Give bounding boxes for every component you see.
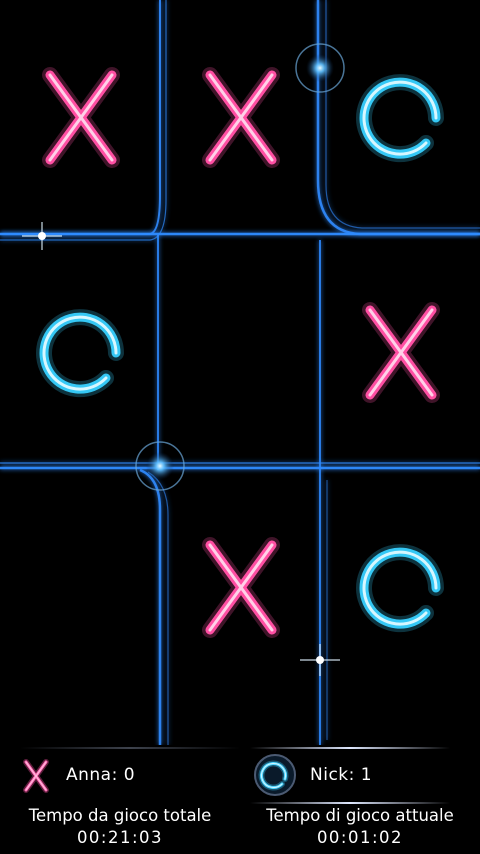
current-time-label: Tempo di gioco attuale — [266, 806, 454, 825]
cell-6[interactable] — [0, 470, 160, 700]
cell-3[interactable] — [0, 235, 160, 465]
cell-0[interactable] — [0, 0, 160, 230]
status-bar: Anna: 0 Nick: 1 Tempo da gioco totale 00… — [0, 745, 480, 854]
player-anna-score: Anna: 0 — [66, 765, 136, 785]
total-time: Tempo da gioco totale 00:21:03 — [0, 805, 240, 849]
total-time-value: 00:21:03 — [76, 828, 164, 847]
neon-x-icon — [23, 759, 49, 793]
neon-o-icon — [254, 754, 296, 796]
total-time-label: Tempo da gioco totale — [28, 806, 212, 825]
cell-4[interactable] — [160, 235, 320, 465]
neon-o-icon — [356, 74, 444, 163]
neon-x-icon — [362, 302, 440, 403]
cell-1[interactable] — [160, 0, 320, 230]
player-nick: Nick: 1 — [252, 745, 372, 805]
cell-7[interactable] — [160, 470, 320, 700]
cell-8[interactable] — [320, 470, 480, 700]
player-anna: Anna: 0 — [18, 745, 135, 805]
player-nick-score: Nick: 1 — [310, 765, 373, 785]
current-time: Tempo di gioco attuale 00:01:02 — [240, 805, 480, 849]
cell-2[interactable] — [320, 0, 480, 230]
game-board — [0, 0, 480, 745]
neon-x-icon — [202, 67, 280, 168]
neon-x-icon — [202, 537, 280, 638]
neon-o-icon — [36, 309, 124, 398]
cell-5[interactable] — [320, 235, 480, 465]
current-time-value: 00:01:02 — [316, 828, 404, 847]
neon-x-icon — [42, 67, 120, 168]
neon-o-icon — [356, 544, 444, 633]
